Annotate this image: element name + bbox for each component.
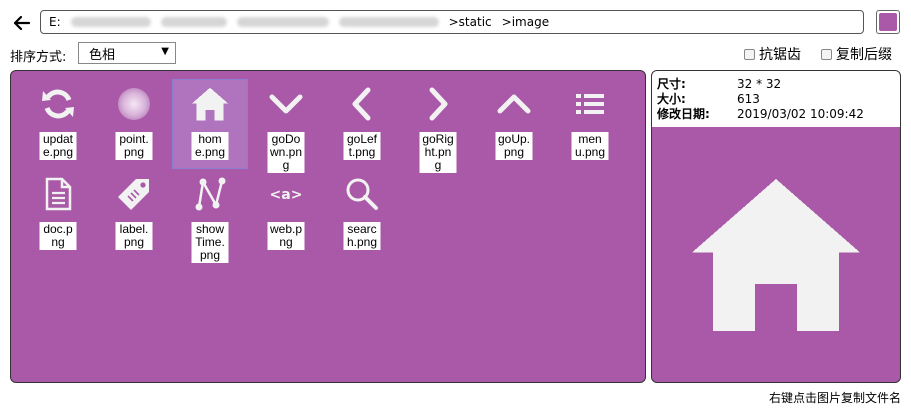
chevron-down-icon [268, 86, 304, 122]
checkbox-box [744, 48, 755, 60]
sort-selected-value: 色相 [89, 47, 116, 63]
document-icon [40, 176, 76, 212]
image-filename: menu.png [571, 132, 609, 160]
path-redacted [236, 17, 329, 27]
image-tile[interactable]: label.png [97, 170, 171, 258]
arrow-left-icon [13, 15, 31, 31]
search-icon [344, 176, 380, 212]
image-filename: label.png [115, 222, 153, 250]
image-filename: goDown.png [267, 132, 305, 173]
image-tile[interactable]: doc.png [21, 170, 95, 258]
path-redacted [338, 17, 439, 27]
file-info: 尺寸: 32 * 32 大小: 613 修改日期: 2019/03/02 10:… [652, 71, 900, 127]
image-filename: goLeft.png [343, 132, 381, 160]
image-filename: showTime.png [191, 222, 229, 263]
path-segment-static: >static [448, 15, 492, 29]
menu-icon [572, 86, 608, 122]
image-filename: web.png [267, 222, 305, 250]
point-icon [116, 86, 152, 122]
chevron-up-icon [496, 86, 532, 122]
image-tile[interactable]: search.png [325, 170, 399, 258]
back-button[interactable] [10, 12, 34, 34]
nodes-icon [192, 176, 228, 212]
image-tile[interactable]: goLeft.png [325, 80, 399, 168]
bytes-value: 613 [737, 92, 760, 106]
chevron-left-icon [344, 86, 380, 122]
image-tile[interactable]: menu.png [553, 80, 627, 168]
sort-label: 排序方式: [10, 50, 67, 65]
image-tile[interactable]: point.png [97, 80, 171, 168]
image-filename: update.png [39, 132, 77, 160]
copy-extension-label: 复制后缀 [836, 47, 892, 63]
image-tile[interactable]: update.png [21, 80, 95, 168]
image-filename: search.png [343, 222, 381, 250]
image-tile[interactable]: showTime.png [173, 170, 247, 263]
chevron-right-icon [420, 86, 456, 122]
image-tile[interactable]: <a> web.png [249, 170, 323, 258]
image-filename: doc.png [39, 222, 77, 250]
sort-select[interactable]: 色相 ▼ [78, 42, 176, 64]
home-preview-image [692, 179, 860, 331]
antialias-label: 抗锯齿 [759, 47, 801, 63]
size-label: 尺寸: [657, 77, 686, 91]
date-value: 2019/03/02 10:09:42 [737, 107, 864, 121]
background-color-picker[interactable] [876, 10, 900, 34]
caret-down-icon: ▼ [161, 46, 169, 57]
image-tile[interactable]: goRight.png [401, 80, 475, 173]
image-tile[interactable]: home.png [172, 79, 248, 169]
image-tile[interactable]: goUp.png [477, 80, 551, 168]
context-menu-hint: 右键点击图片复制文件名 [768, 391, 901, 405]
image-filename: goRight.png [419, 132, 457, 173]
path-redacted [160, 17, 227, 27]
preview-panel: 尺寸: 32 * 32 大小: 613 修改日期: 2019/03/02 10:… [651, 70, 901, 383]
copy-extension-checkbox[interactable]: 复制后缀 [821, 44, 892, 64]
size-value: 32 * 32 [737, 77, 782, 91]
path-redacted [70, 17, 151, 27]
image-filename: goUp.png [495, 132, 533, 160]
image-filename: home.png [191, 132, 229, 160]
date-label: 修改日期: [657, 107, 710, 121]
path-drive: E: [49, 15, 61, 29]
bytes-label: 大小: [657, 92, 686, 106]
refresh-icon [40, 86, 76, 122]
image-grid: update.png point.png home.png goDown.png goL… [10, 70, 646, 383]
tag-icon [116, 176, 152, 212]
path-segment-image: >image [501, 15, 550, 29]
web-icon: <a> [268, 176, 304, 212]
image-filename: point.png [115, 132, 153, 160]
antialias-checkbox[interactable]: 抗锯齿 [744, 44, 801, 64]
home-icon [192, 86, 228, 122]
color-swatch-fill [879, 13, 897, 31]
image-tile[interactable]: goDown.png [249, 80, 323, 173]
path-input[interactable]: E: >static >image [40, 10, 864, 34]
checkbox-box [821, 48, 832, 60]
svg-text:<a>: <a> [270, 187, 303, 203]
